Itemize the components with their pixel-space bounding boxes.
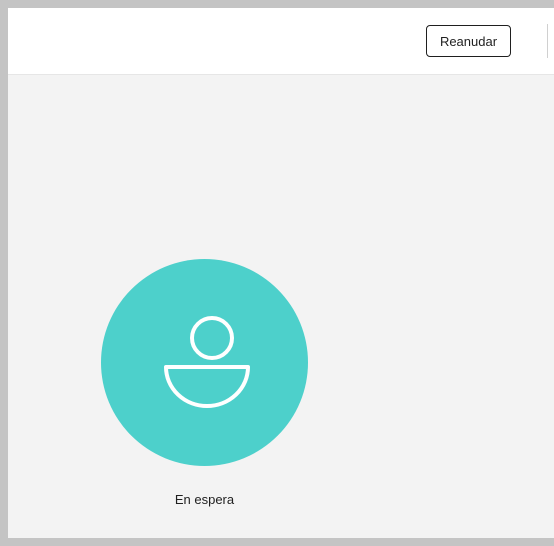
participant-status: En espera xyxy=(174,492,235,507)
toolbar-divider xyxy=(547,24,548,58)
participant-tile: En espera xyxy=(101,259,308,519)
resume-button[interactable]: Reanudar xyxy=(426,25,511,57)
person-icon xyxy=(164,316,250,408)
avatar xyxy=(101,259,308,466)
call-toolbar: Reanudar xyxy=(8,8,554,75)
call-window: Reanudar En espera xyxy=(8,8,554,538)
